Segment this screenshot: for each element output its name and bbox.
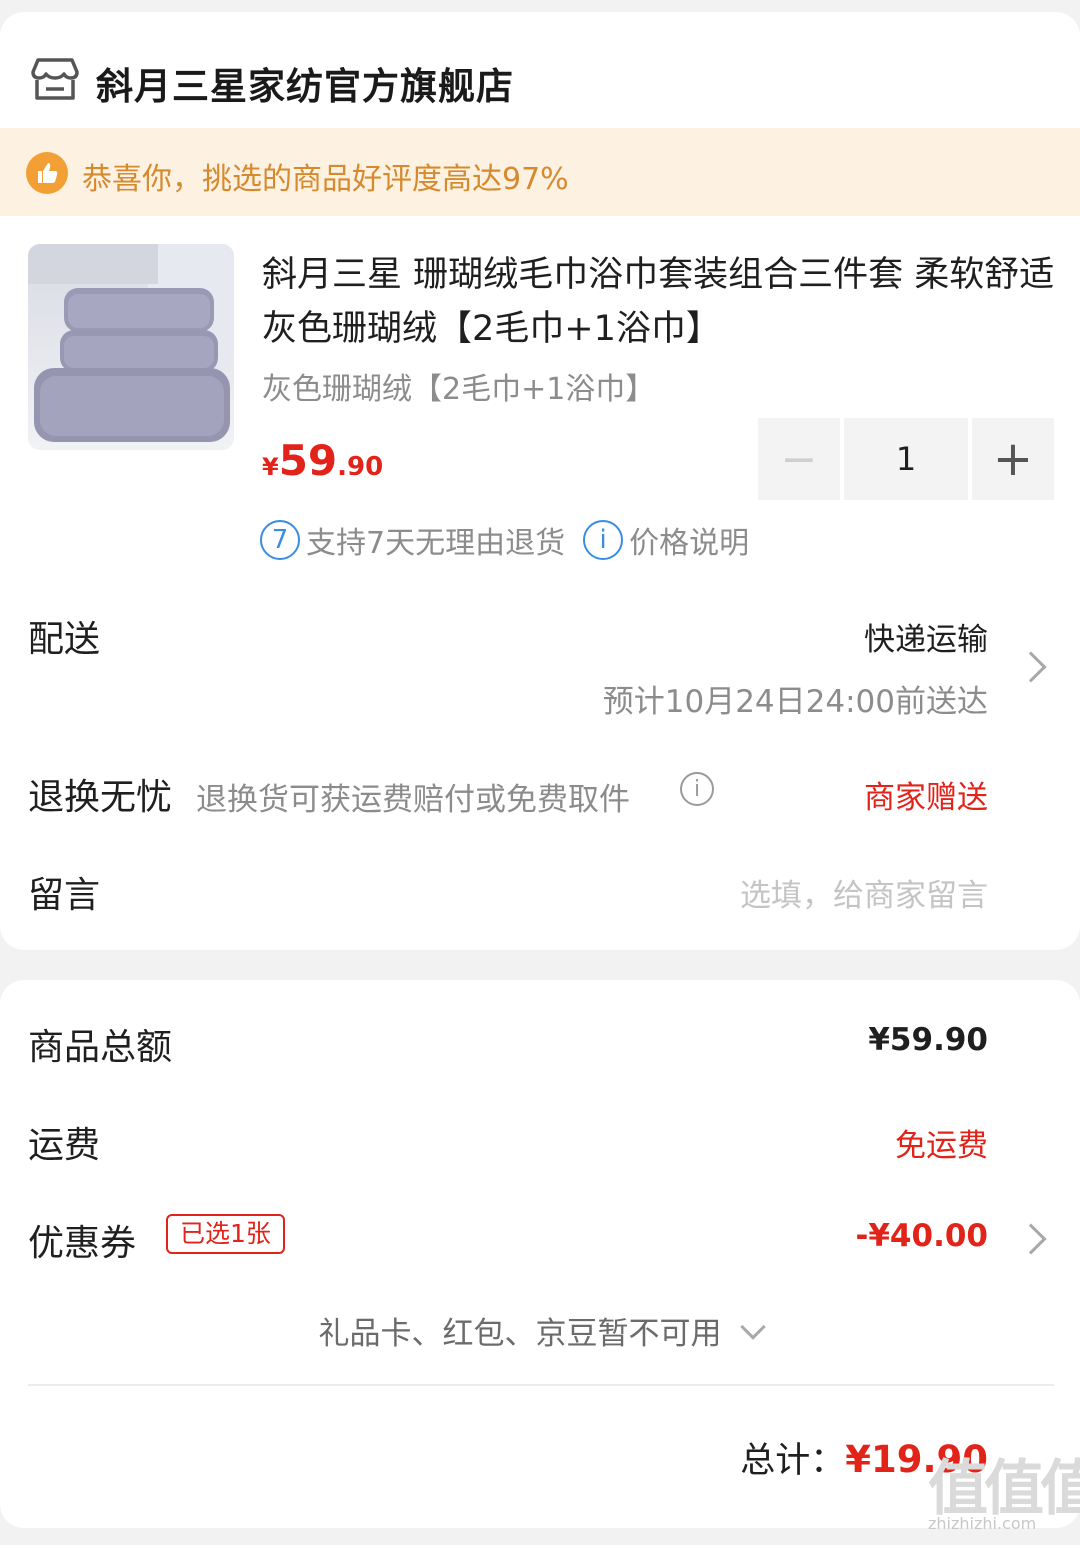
product-image[interactable] [28,244,234,450]
chevron-right-icon[interactable] [1015,651,1047,683]
watermark-url: zhizhizhi.com [928,1514,1037,1533]
info-icon: i [583,520,624,560]
price-decimal: .90 [337,452,384,482]
quantity-value[interactable]: 1 [844,418,968,500]
product-price: ¥59.90 [262,436,383,485]
product-spec[interactable]: 灰色珊瑚绒【2毛巾+1浴巾】 [262,364,655,408]
rating-banner: 恭喜你，挑选的商品好评度高达97% [0,128,1080,216]
rating-banner-text: 恭喜你，挑选的商品好评度高达97% [82,162,569,197]
coupon-label: 优惠券 [28,1223,137,1264]
price-summary-card: 商品总额 ¥59.90 运费 免运费 优惠券 已选1张 -¥40.00 礼品卡、… [0,980,1080,1528]
price-explanation-link[interactable]: 价格说明 [629,518,749,562]
delivery-label: 配送 [28,619,101,660]
price-integer: 59 [278,436,338,485]
price-symbol: ¥ [262,453,279,481]
increase-button[interactable]: + [972,418,1054,500]
product-title[interactable]: 斜月三星 珊瑚绒毛巾浴巾套装组合三件套 柔软舒适 灰色珊瑚绒【2毛巾+1浴巾】 [262,248,1062,356]
unavailable-payments-text: 礼品卡、红包、京豆暂不可用 [318,1316,722,1352]
unavailable-payments[interactable]: 礼品卡、红包、京豆暂不可用 [0,1308,1080,1353]
seven-day-return-label[interactable]: 支持7天无理由退货 [306,518,565,562]
info-icon[interactable]: i [680,772,714,806]
shipping-label: 运费 [28,1125,101,1166]
chevron-down-icon [739,1314,766,1340]
delivery-method[interactable]: 快递运输 [864,614,988,659]
message-input[interactable]: 选填，给商家留言 [740,870,988,915]
subtotal-value: ¥59.90 [868,1022,988,1058]
chevron-right-icon[interactable] [1015,1223,1047,1255]
message-label: 留言 [28,875,101,916]
total-label: 总计： [740,1441,846,1481]
divider [28,1384,1054,1386]
decrease-button[interactable]: − [758,418,840,500]
plus-icon: + [992,431,1034,487]
delivery-eta: 预计10月24日24:00前送达 [602,684,988,720]
returns-value[interactable]: 商家赠送 [864,772,988,817]
minus-icon: − [780,433,818,485]
seven-day-return-icon: 7 [260,520,300,560]
service-tags: 7 支持7天无理由退货 i 价格说明 [260,518,749,562]
thumbs-up-icon [26,152,68,194]
order-card: 斜月三星家纺官方旗舰店 恭喜你，挑选的商品好评度高达97% 斜月三星 珊瑚绒毛巾… [0,12,1080,950]
site-watermark: 值值值 zhizhizhi.com [928,1440,1080,1540]
returns-label: 退换无忧 [28,777,173,818]
shipping-value: 免运费 [895,1128,988,1164]
quantity-stepper: − 1 + [758,418,1054,500]
coupon-value[interactable]: -¥40.00 [856,1218,989,1254]
coupon-badge: 已选1张 [166,1214,285,1254]
returns-desc: 退换货可获运费赔付或免费取件 [196,782,630,818]
subtotal-label: 商品总额 [28,1027,173,1068]
store-icon [31,58,79,100]
store-name[interactable]: 斜月三星家纺官方旗舰店 [96,56,514,110]
